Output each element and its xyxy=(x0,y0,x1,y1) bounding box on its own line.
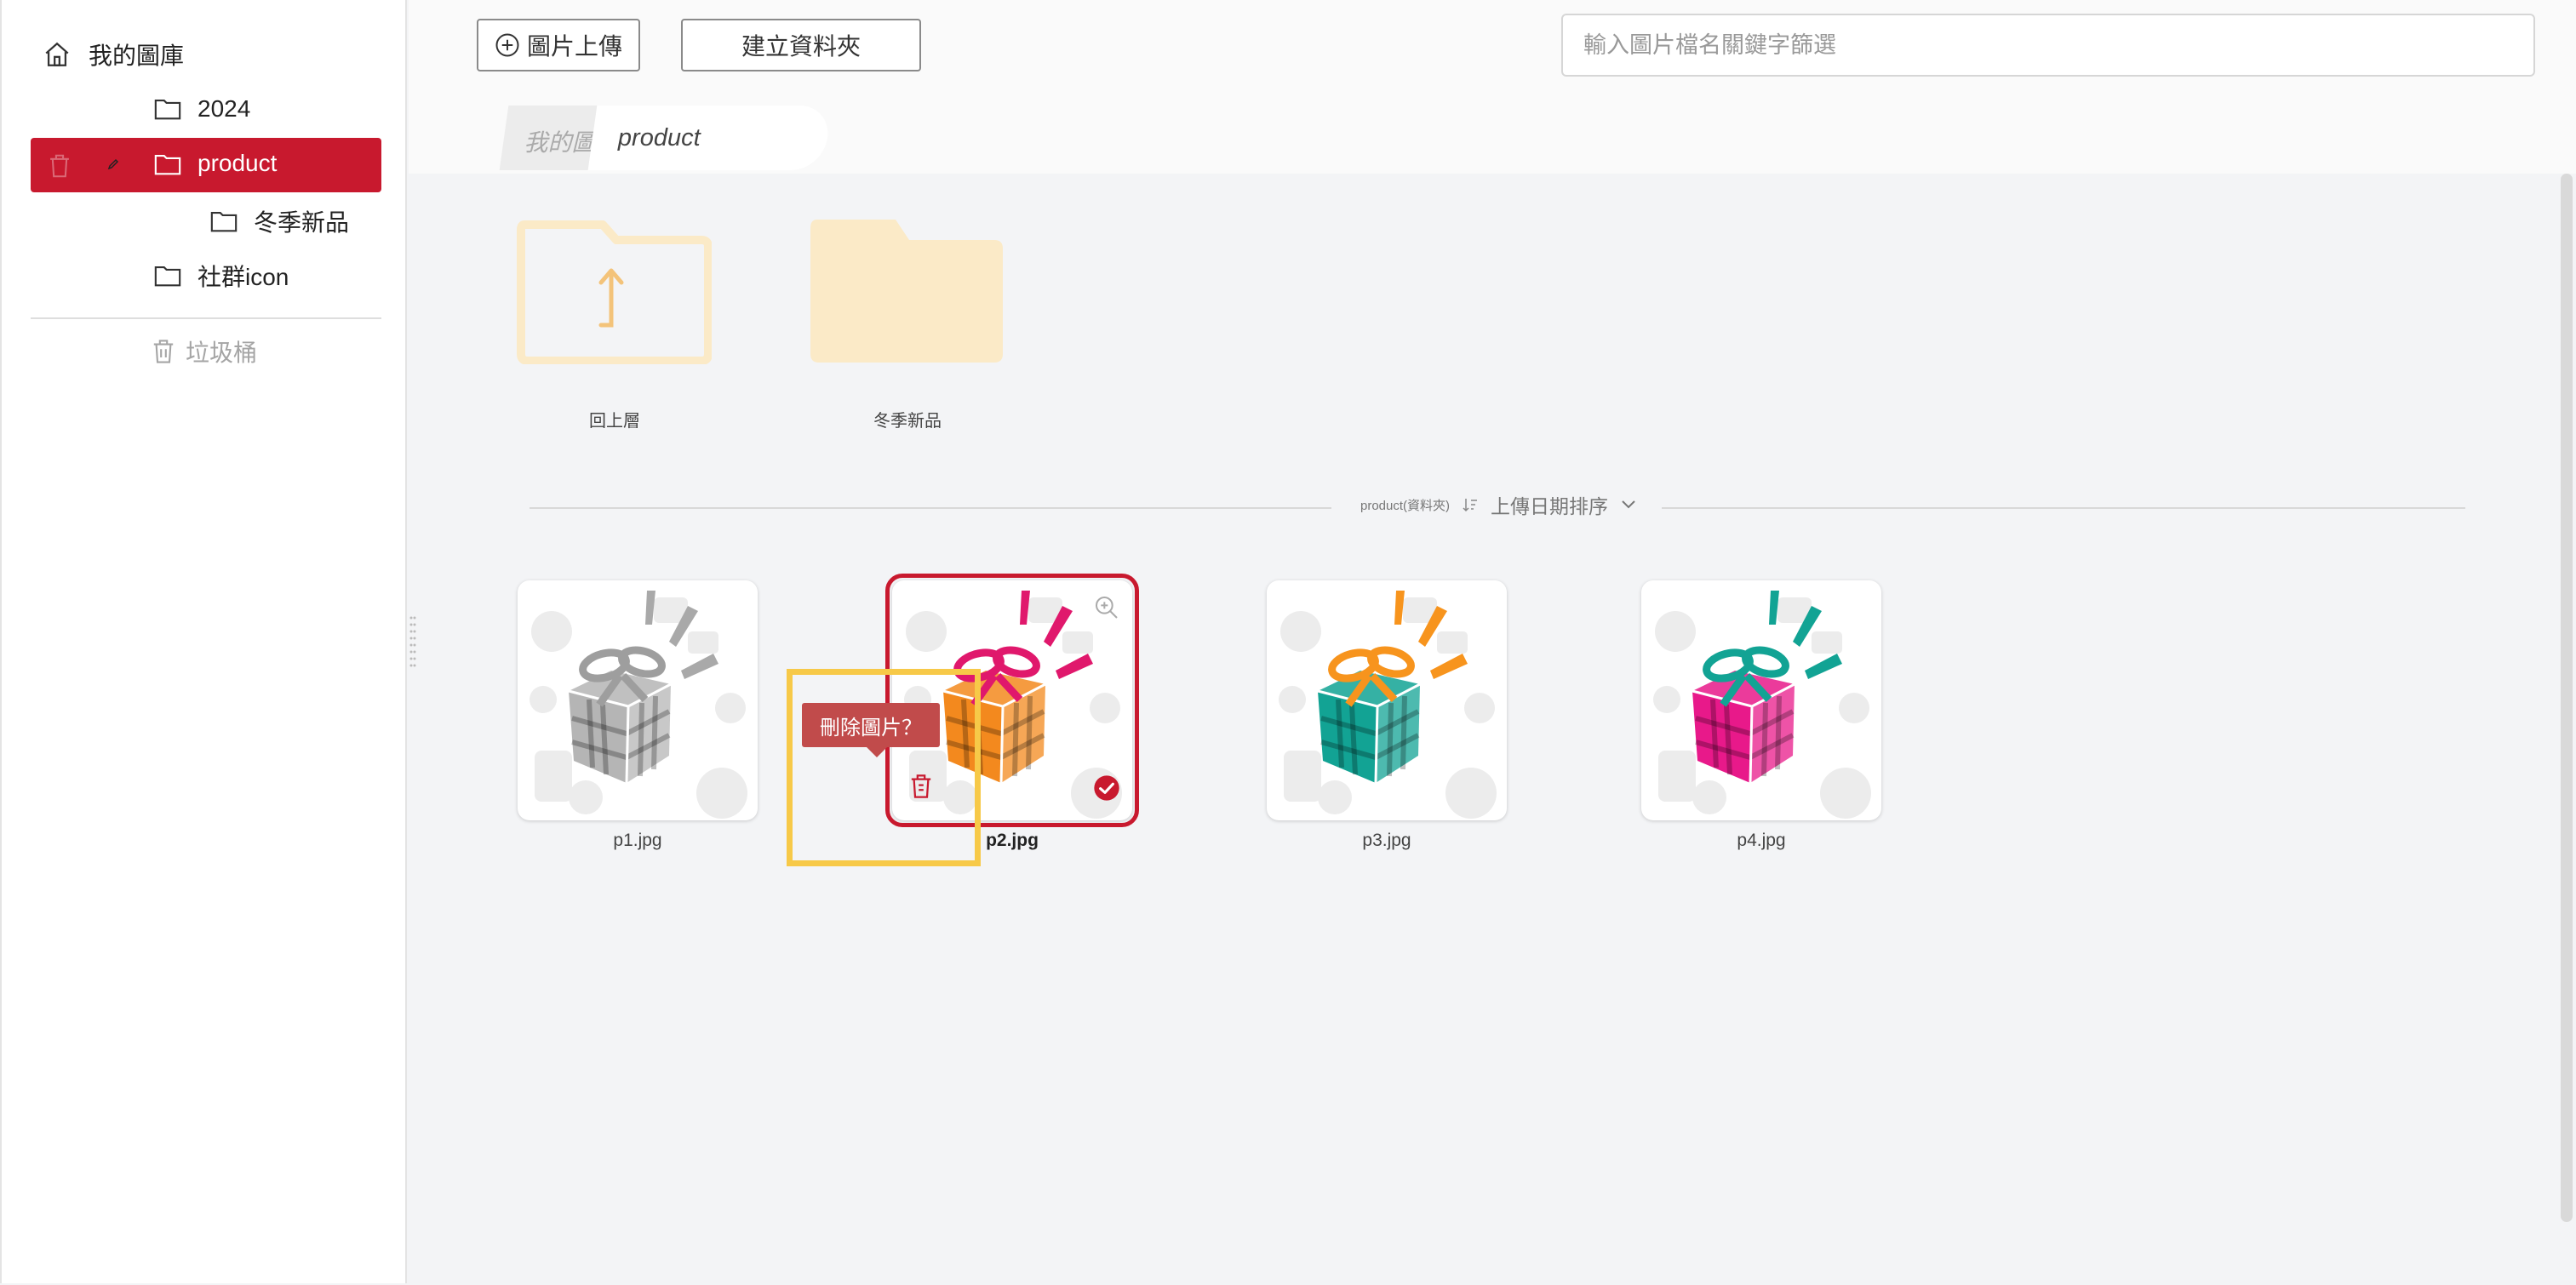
folder-winter-new[interactable]: 冬季新品 xyxy=(805,218,1010,439)
trash-icon xyxy=(153,340,174,363)
breadcrumb-current: product xyxy=(587,106,833,170)
upload-button-label: 圖片上傳 xyxy=(526,33,622,60)
trash-label: 垃圾桶 xyxy=(186,340,258,366)
check-circle-icon xyxy=(1094,775,1119,801)
sidebar-divider xyxy=(31,317,381,319)
image-card[interactable]: p4.jpg xyxy=(1641,580,1881,861)
tree-item-social-icon[interactable]: 社群icon xyxy=(153,259,289,293)
gift-image-icon xyxy=(530,591,747,819)
home-icon xyxy=(45,42,69,66)
image-thumbnail[interactable] xyxy=(518,580,758,820)
trash-icon[interactable] xyxy=(48,153,72,179)
plus-circle-icon xyxy=(495,33,519,57)
folder-label: 冬季新品 xyxy=(873,412,942,431)
image-thumbnail[interactable] xyxy=(1641,580,1881,820)
tree-item-label: product xyxy=(197,150,278,176)
tree-root-my-gallery[interactable]: 我的圖庫 xyxy=(43,37,184,71)
scrollbar[interactable] xyxy=(2561,174,2573,1222)
folder-icon xyxy=(154,266,181,287)
image-card[interactable]: p3.jpg xyxy=(1267,580,1507,861)
trash-item[interactable]: 垃圾桶 xyxy=(152,334,257,368)
tree-root-label: 我的圖庫 xyxy=(89,43,185,69)
folder-up-icon xyxy=(517,220,712,364)
image-filename: p3.jpg xyxy=(1362,831,1411,850)
resize-handle-icon[interactable] xyxy=(409,614,417,669)
folder-go-up[interactable]: 回上層 xyxy=(512,218,717,439)
folder-icon xyxy=(154,100,181,120)
image-thumbnail[interactable] xyxy=(1267,580,1507,820)
gift-image-icon xyxy=(1279,591,1497,819)
tree-item-label: 冬季新品 xyxy=(254,209,350,236)
sort-control[interactable]: product(資料夾) 上傳日期排序 xyxy=(1360,490,1637,519)
tree-item-label: 社群icon xyxy=(197,264,289,290)
image-filename: p4.jpg xyxy=(1737,831,1786,850)
image-filename: p1.jpg xyxy=(613,831,662,850)
folder-icon xyxy=(210,212,238,232)
delete-image-tooltip: 刪除圖片？ xyxy=(802,703,940,757)
chevron-down-icon xyxy=(1622,500,1635,509)
sort-label: 上傳日期排序 xyxy=(1491,495,1609,517)
new-folder-button-label: 建立資料夾 xyxy=(741,33,861,60)
zoom-in-icon[interactable] xyxy=(1093,594,1120,621)
tree-item-2024[interactable]: 2024 xyxy=(153,95,250,123)
folder-icon xyxy=(154,155,181,175)
sidebar: 我的圖庫 2024 product 冬季新品 社群icon 垃圾桶 xyxy=(0,0,407,1283)
gift-image-icon xyxy=(1653,591,1871,819)
breadcrumb-previous-label: 我的圖 xyxy=(524,129,596,156)
current-folder-label: product(資料夾) xyxy=(1360,498,1451,513)
image-card[interactable]: p1.jpg xyxy=(518,580,758,861)
folder-label: 回上層 xyxy=(589,412,640,431)
section-divider-left xyxy=(530,507,1331,509)
breadcrumb-current-label: product xyxy=(617,124,701,151)
sort-icon xyxy=(1463,499,1478,512)
section-divider-right xyxy=(1662,507,2465,509)
upload-button[interactable]: 圖片上傳 xyxy=(477,19,640,71)
folder-icon xyxy=(810,220,1003,363)
tree-item-product-selected[interactable]: product xyxy=(31,138,381,192)
tree-item-winter-new[interactable]: 冬季新品 xyxy=(209,204,349,238)
toolbar: 圖片上傳 建立資料夾 我的圖 product xyxy=(409,0,2576,174)
tooltip-text: 刪除圖片？ xyxy=(820,716,922,740)
tree-item-label: 2024 xyxy=(197,95,251,122)
new-folder-button[interactable]: 建立資料夾 xyxy=(681,19,921,71)
search-input[interactable] xyxy=(1561,14,2535,77)
edit-icon[interactable] xyxy=(107,158,119,170)
focus-highlight xyxy=(787,669,981,866)
